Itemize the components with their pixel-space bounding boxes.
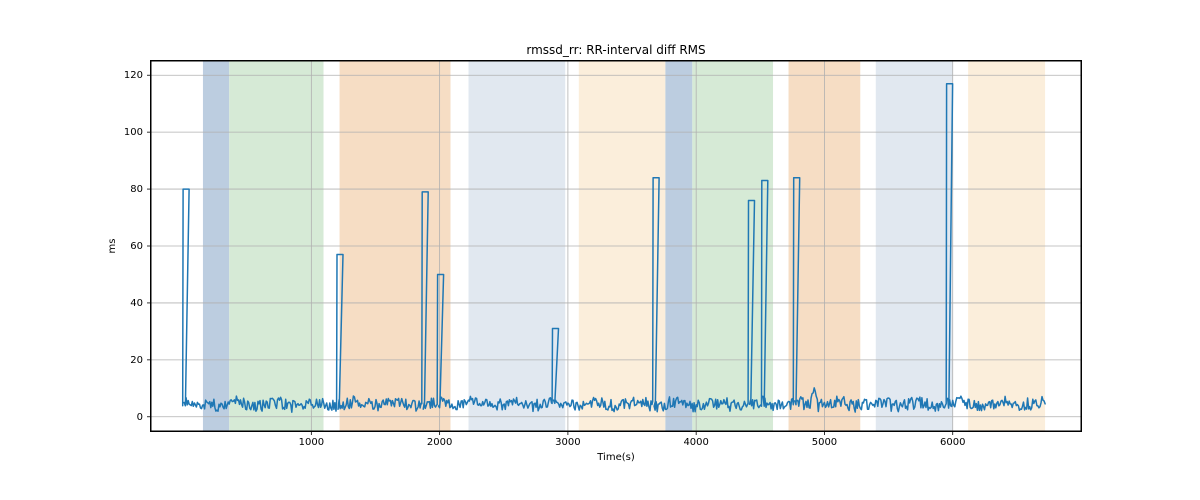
- y-tick-label: 0: [137, 412, 143, 423]
- x-tick-label: 6000: [940, 437, 965, 448]
- x-tick-label: 3000: [555, 437, 580, 448]
- x-tick-label: 5000: [812, 437, 837, 448]
- y-axis-label: ms: [107, 239, 118, 254]
- y-tick-label: 120: [124, 70, 143, 81]
- x-tick-label: 2000: [427, 437, 452, 448]
- plot-svg: 100020003000400050006000020406080100120: [151, 61, 1081, 431]
- figure: rmssd_rr: RR-interval diff RMS Time(s) m…: [0, 0, 1200, 500]
- x-axis-label: Time(s): [151, 452, 1081, 463]
- chart-title: rmssd_rr: RR-interval diff RMS: [151, 43, 1081, 57]
- y-tick-label: 40: [130, 298, 143, 309]
- x-tick-label: 4000: [683, 437, 708, 448]
- y-tick-label: 100: [124, 127, 143, 138]
- x-tick-label: 1000: [299, 437, 324, 448]
- axes-area: rmssd_rr: RR-interval diff RMS Time(s) m…: [150, 60, 1082, 432]
- y-tick-label: 80: [130, 184, 143, 195]
- y-tick-label: 20: [130, 355, 143, 366]
- y-tick-label: 60: [130, 241, 143, 252]
